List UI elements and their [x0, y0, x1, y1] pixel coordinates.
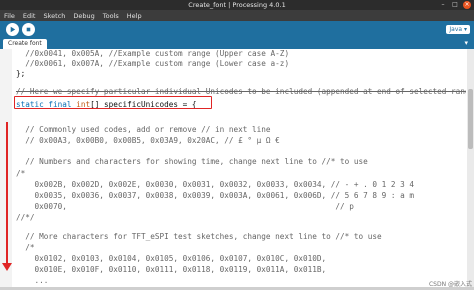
code-line: //*/ [16, 213, 35, 222]
code-editor[interactable]: //0x0041, 0x005A, //Example custom range… [0, 49, 474, 287]
code-line: // 0x00A3, 0x00B0, 0x00B5, 0x03A9, 0x20A… [16, 136, 280, 145]
red-highlight-box [14, 96, 212, 109]
code-line: 0x0070, // p [16, 202, 354, 211]
vertical-scrollbar[interactable] [467, 49, 474, 287]
code-line: // Commonly used codes, add or remove //… [16, 125, 271, 134]
code-line: // More characters for TFT_eSPI test ske… [16, 232, 382, 241]
stop-icon [26, 27, 31, 32]
menu-sketch[interactable]: Sketch [43, 12, 65, 20]
stop-button[interactable] [22, 23, 35, 36]
code-line: 0x0102, 0x0103, 0x0104, 0x0105, 0x0106, … [16, 254, 327, 263]
maximize-button[interactable]: □ [451, 1, 459, 9]
mode-selector[interactable]: Java ▾ [446, 25, 470, 34]
tab-bar: Create font ▾ [0, 38, 474, 49]
window-controls: – □ × [439, 1, 471, 9]
watermark: CSDN @嵌入式 [428, 281, 472, 288]
red-arrow-head [2, 263, 12, 271]
code-area[interactable]: //0x0041, 0x005A, //Example custom range… [16, 49, 466, 287]
code-line: 0x0035, 0x0036, 0x0037, 0x0038, 0x0039, … [16, 191, 415, 200]
code-line: }; [16, 69, 26, 78]
code-line: ... [16, 276, 49, 285]
code-line: /* [16, 169, 26, 178]
menu-help[interactable]: Help [127, 12, 142, 20]
menu-edit[interactable]: Edit [23, 12, 36, 20]
window-titlebar: Create_font | Processing 4.0.1 – □ × [0, 0, 474, 10]
toolbar: Java ▾ [0, 21, 474, 38]
code-line: //0x0041, 0x005A, //Example custom range… [16, 49, 290, 58]
tab-create-font[interactable]: Create font [3, 39, 47, 49]
close-button[interactable]: × [463, 1, 471, 9]
code-line: 0x010E, 0x010F, 0x0110, 0x0111, 0x0118, … [16, 265, 327, 274]
window-title: Create_font | Processing 4.0.1 [188, 1, 286, 9]
minimize-button[interactable]: – [439, 1, 447, 9]
tab-menu-arrow[interactable]: ▾ [464, 39, 468, 47]
code-line: 0x002B, 0x002D, 0x002E, 0x0030, 0x0031, … [16, 180, 415, 189]
run-button[interactable] [6, 23, 19, 36]
code-line: // Numbers and characters for showing ti… [16, 157, 368, 166]
play-icon [10, 26, 16, 33]
code-line: //0x0061, 0x007A, //Example custom range… [16, 59, 290, 68]
code-line: /* [16, 243, 35, 252]
menu-debug[interactable]: Debug [73, 12, 94, 20]
scrollbar-thumb[interactable] [468, 89, 473, 149]
red-arrow-shaft [6, 122, 8, 266]
menu-tools[interactable]: Tools [103, 12, 119, 20]
menu-file[interactable]: File [4, 12, 15, 20]
menu-bar: File Edit Sketch Debug Tools Help [0, 10, 474, 21]
